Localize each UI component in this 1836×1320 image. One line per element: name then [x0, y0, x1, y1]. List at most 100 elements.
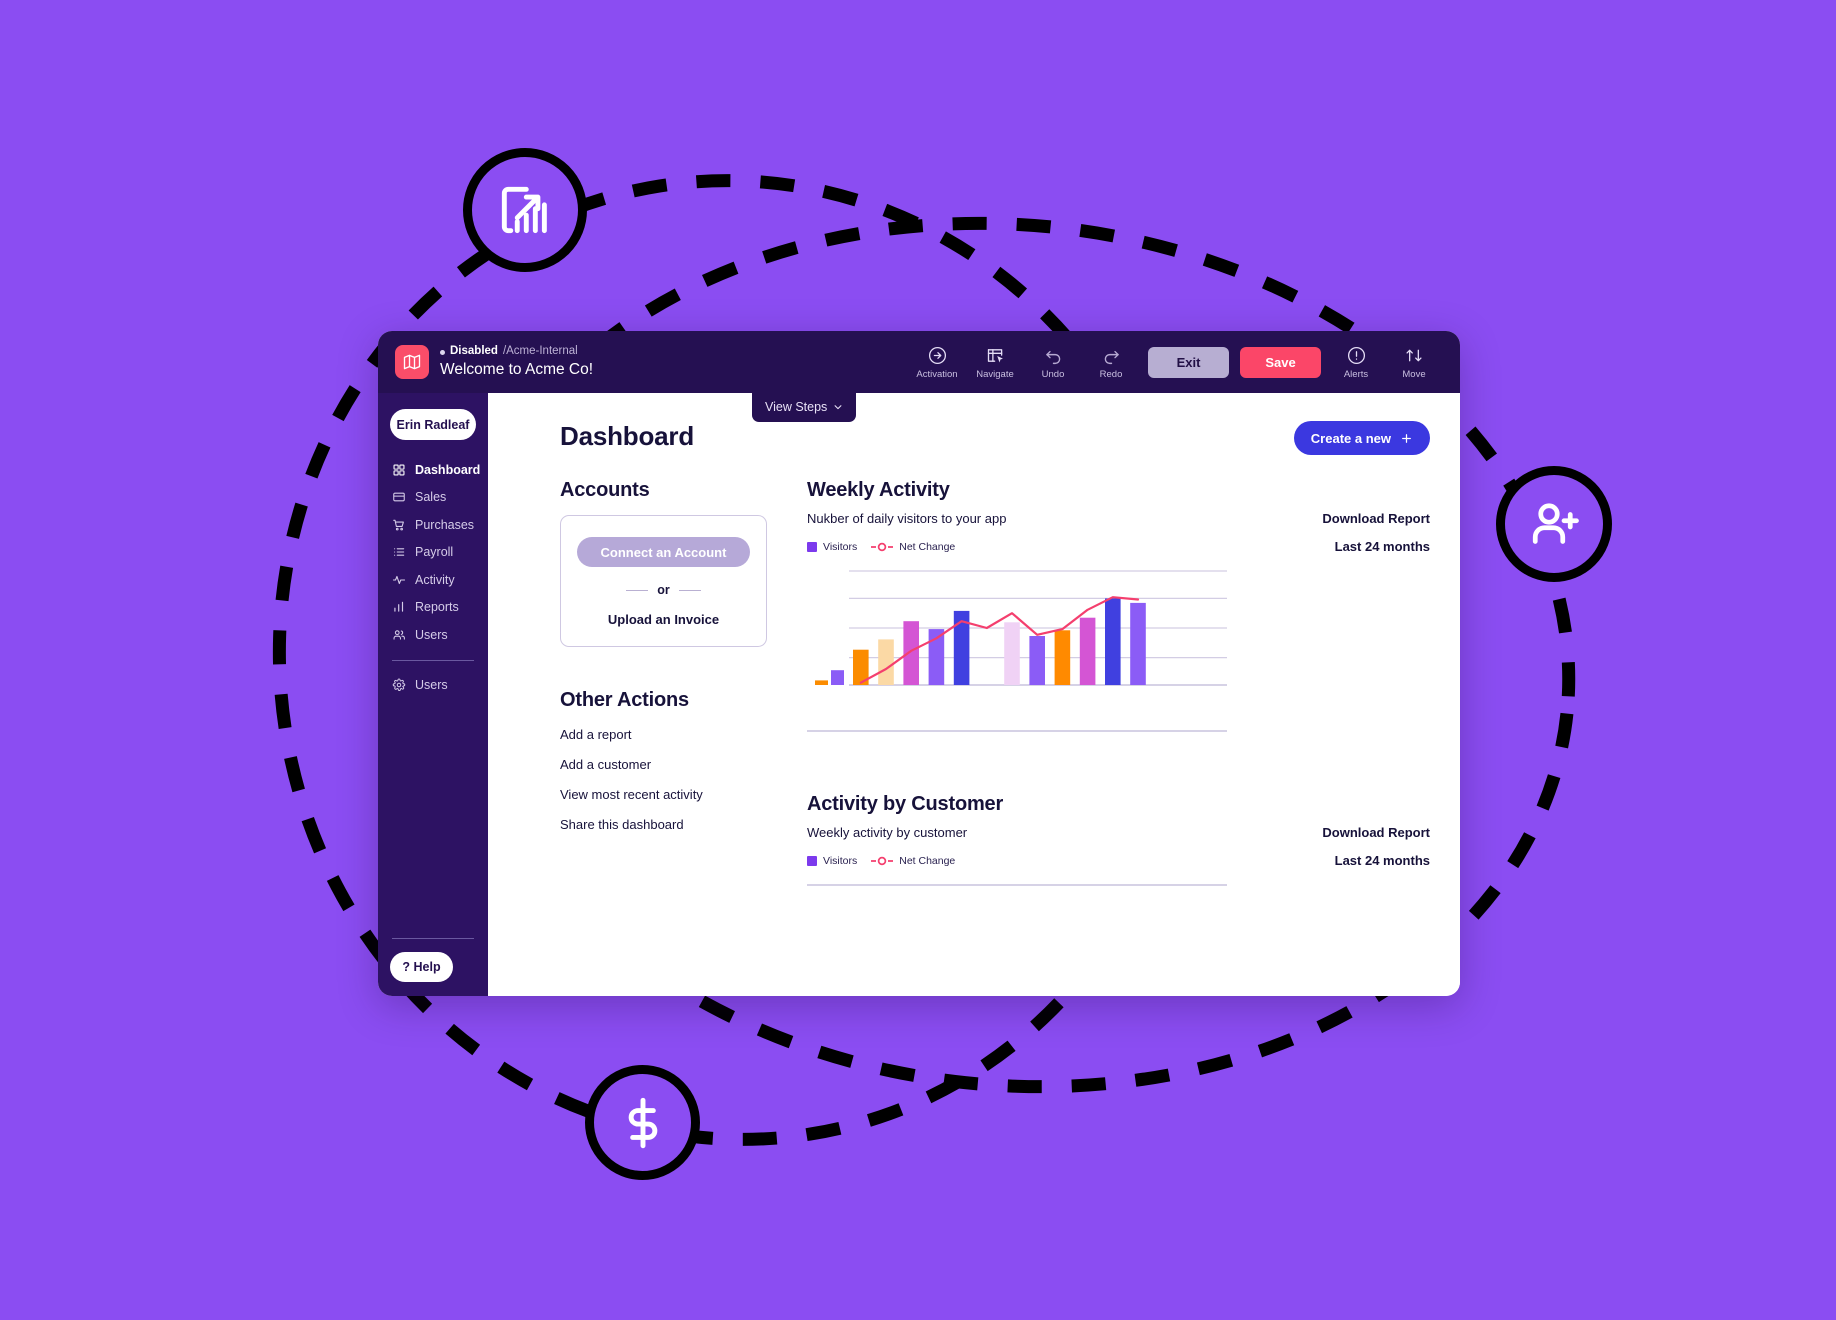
sidebar-item-activity[interactable]: Activity	[378, 566, 488, 594]
alert-circle-icon	[1347, 346, 1365, 364]
move-updown-icon	[1406, 349, 1422, 361]
sidebar-item-label: Sales	[415, 490, 447, 505]
user-add-icon	[1496, 466, 1612, 582]
activity-customer-title: Activity by Customer	[807, 793, 1004, 815]
sidebar-item-label: Activity	[415, 572, 455, 587]
accounts-card: Connect an Account or Upload an Invoice	[560, 515, 767, 647]
legend-swatch-visitors-2	[807, 855, 817, 866]
view-steps-dropdown[interactable]: View Steps	[752, 393, 857, 422]
sidebar-item-settings-users[interactable]: Users	[378, 672, 488, 700]
sidebar-item-reports[interactable]: Reports	[378, 594, 488, 622]
chart-bar	[1029, 636, 1045, 685]
weekly-activity-download[interactable]: Download Report	[1322, 511, 1430, 526]
window-title: Welcome to Acme Co!	[440, 360, 594, 378]
sidebar-item-label: Purchases	[415, 517, 475, 532]
help-button[interactable]: ? Help	[390, 952, 453, 982]
page-root: Disabled /Acme-Internal Welcome to Acme …	[0, 0, 1836, 1320]
chart-bar	[1054, 630, 1071, 685]
activity-customer-legend: Visitors Net Change	[807, 855, 955, 867]
weekly-activity-subtitle: Nukber of daily visitors to your app	[807, 511, 1007, 526]
chart-bar	[1079, 617, 1096, 685]
brand: Disabled /Acme-Internal Welcome to Acme …	[395, 345, 593, 379]
sidebar-bottom-divider	[392, 938, 474, 939]
tool-move[interactable]: Move	[1385, 345, 1443, 380]
exit-button[interactable]: Exit	[1148, 346, 1229, 378]
legend-net-change: Net Change	[871, 541, 955, 553]
legend-marker-net-change-2	[871, 856, 894, 865]
tool-activation[interactable]: Activation	[908, 345, 966, 380]
legend-visitors-2: Visitors	[807, 855, 857, 867]
status-badge: Disabled /Acme-Internal	[440, 345, 593, 358]
user-pill[interactable]: Erin Radleaf	[390, 409, 476, 440]
create-new-button[interactable]: Create a new	[1293, 421, 1430, 455]
tool-alerts[interactable]: Alerts	[1327, 345, 1385, 380]
legend-label-net-change-2: Net Change	[899, 854, 956, 867]
action-add-report[interactable]: Add a report	[560, 727, 767, 742]
chart-bar	[815, 680, 828, 685]
weekly-activity-baseline	[807, 730, 1227, 732]
legend-label-visitors: Visitors	[823, 540, 858, 553]
sidebar-item-dashboard[interactable]: Dashboard	[378, 456, 488, 484]
header-toolbar: Activation Navigate Undo Redo Exit Save …	[908, 345, 1443, 380]
action-add-customer[interactable]: Add a customer	[560, 757, 767, 772]
tool-label: Redo	[1099, 368, 1123, 380]
weekly-activity-svg	[815, 570, 1227, 686]
or-label: or	[657, 583, 670, 597]
chart-bar	[1130, 602, 1146, 685]
legend-label-net-change: Net Change	[899, 540, 956, 553]
gear-icon	[392, 678, 406, 692]
card-icon	[393, 492, 405, 502]
tool-label: Alerts	[1343, 368, 1369, 380]
weekly-activity-chart	[807, 565, 1430, 700]
pulse-icon	[392, 575, 406, 584]
app-logo	[395, 345, 429, 379]
bar-chart-icon	[394, 602, 404, 612]
chart-growth-icon	[463, 148, 587, 272]
sidebar-item-users[interactable]: Users	[378, 621, 488, 649]
sidebar: Erin Radleaf Dashboard Sales Purchases P…	[378, 393, 488, 996]
sidebar-item-sales[interactable]: Sales	[378, 484, 488, 512]
sidebar-item-label: Payroll	[415, 545, 454, 560]
legend-swatch-visitors	[807, 541, 817, 552]
legend-net-change-2: Net Change	[871, 855, 955, 867]
legend-label-visitors-2: Visitors	[823, 854, 858, 867]
undo-icon	[1045, 350, 1060, 364]
sidebar-item-label: Users	[415, 627, 448, 642]
tool-redo[interactable]: Redo	[1082, 345, 1140, 380]
weekly-activity-range[interactable]: Last 24 months	[1335, 539, 1430, 554]
tool-label: Undo	[1041, 368, 1065, 380]
legend-visitors: Visitors	[807, 541, 857, 553]
action-view-recent-activity[interactable]: View most recent activity	[560, 787, 767, 802]
activity-customer-download[interactable]: Download Report	[1322, 825, 1430, 840]
dollar-icon	[585, 1065, 700, 1180]
action-share-dashboard[interactable]: Share this dashboard	[560, 817, 767, 832]
sidebar-divider	[392, 659, 474, 661]
connect-account-button[interactable]: Connect an Account	[577, 537, 750, 567]
upload-invoice-link[interactable]: Upload an Invoice	[577, 612, 750, 627]
tool-undo[interactable]: Undo	[1024, 345, 1082, 380]
activity-customer-range[interactable]: Last 24 months	[1335, 853, 1430, 868]
chevron-down-icon	[834, 405, 842, 410]
tool-label: Navigate	[976, 368, 1014, 380]
environment-text: /Acme-Internal	[502, 345, 578, 358]
weekly-activity-block: Weekly Activity Nukber of daily visitors…	[807, 479, 1430, 732]
tool-navigate[interactable]: Navigate	[966, 345, 1024, 380]
sidebar-item-payroll[interactable]: Payroll	[378, 539, 488, 567]
or-line-left	[626, 589, 649, 591]
sidebar-item-label: Users	[415, 678, 448, 693]
save-button[interactable]: Save	[1240, 346, 1321, 378]
list-icon	[394, 548, 405, 557]
sidebar-item-label: Dashboard	[415, 462, 481, 477]
chart-bar	[903, 621, 919, 685]
tool-label: Activation	[916, 368, 958, 380]
weekly-activity-legend: Visitors Net Change	[807, 541, 955, 553]
navigate-cursor-icon	[987, 348, 1003, 362]
sidebar-item-purchases[interactable]: Purchases	[378, 511, 488, 539]
redo-icon	[1104, 350, 1119, 364]
or-separator: or	[577, 583, 750, 597]
chart-bar	[831, 670, 844, 685]
main-content: View Steps Dashboard Create a new Accoun…	[488, 393, 1460, 996]
chart-bar	[1004, 622, 1020, 685]
other-actions-heading: Other Actions	[560, 689, 689, 711]
status-dot	[440, 349, 445, 355]
